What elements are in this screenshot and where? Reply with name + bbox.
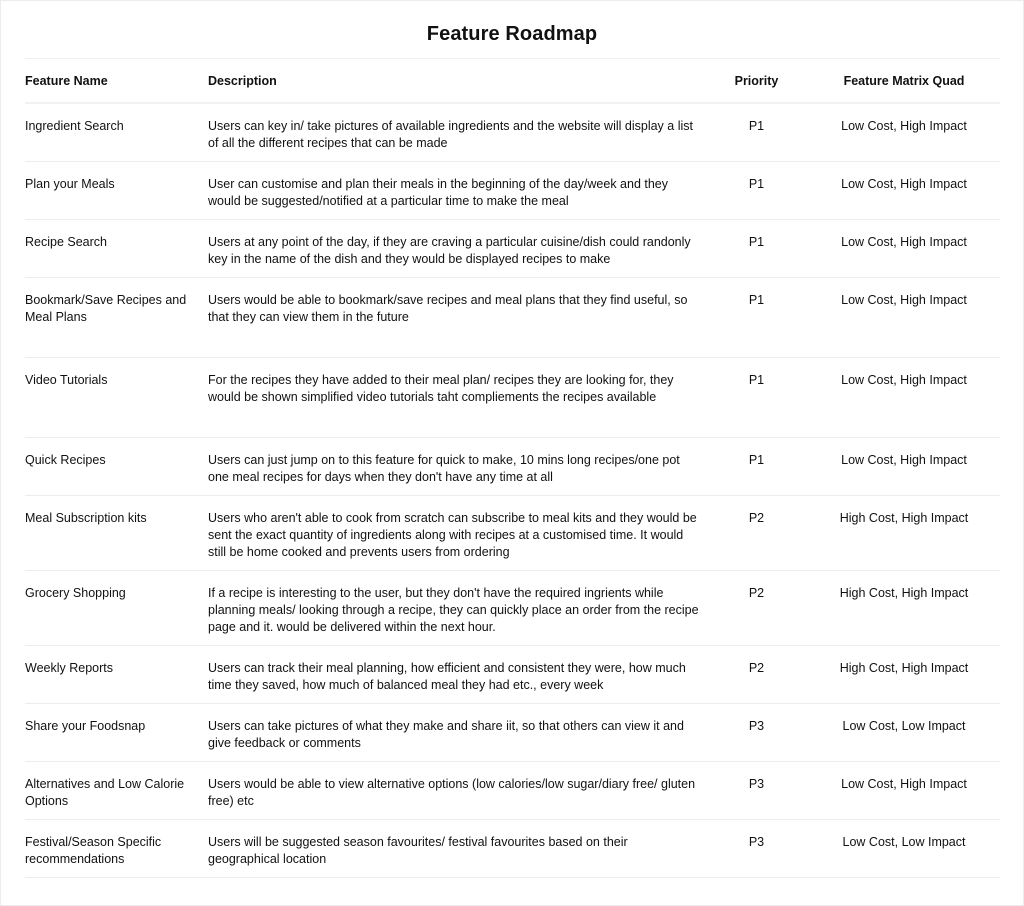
priority-cell: P1 — [705, 103, 808, 162]
description-cell: User can customise and plan their meals … — [208, 161, 705, 220]
description-cell: Users can key in/ take pictures of avail… — [208, 103, 705, 162]
quad-cell: Low Cost, High Impact — [808, 277, 1000, 358]
table-row: Grocery Shopping If a recipe is interest… — [25, 570, 1000, 646]
description-cell: Users can take pictures of what they mak… — [208, 703, 705, 762]
table-row: Bookmark/Save Recipes and Meal Plans Use… — [25, 277, 1000, 358]
feature-name-cell: Meal Subscription kits — [25, 495, 208, 571]
quad-cell: Low Cost, High Impact — [808, 219, 1000, 278]
table-row: Quick Recipes Users can just jump on to … — [25, 437, 1000, 496]
quad-cell: Low Cost, Low Impact — [808, 703, 1000, 762]
feature-name-cell: Weekly Reports — [25, 645, 208, 704]
table-row: Ingredient Search Users can key in/ take… — [25, 103, 1000, 162]
table-row: Recipe Search Users at any point of the … — [25, 219, 1000, 278]
priority-cell: P1 — [705, 161, 808, 220]
table-row: Video Tutorials For the recipes they hav… — [25, 357, 1000, 438]
description-cell: Users can just jump on to this feature f… — [208, 437, 705, 496]
header-feature-name: Feature Name — [25, 59, 208, 104]
roadmap-page: Feature Roadmap Feature Name Description… — [0, 0, 1024, 906]
header-description: Description — [208, 59, 705, 104]
priority-cell: P2 — [705, 645, 808, 704]
description-cell: Users can track their meal planning, how… — [208, 645, 705, 704]
description-cell: Users would be able to bookmark/save rec… — [208, 277, 705, 358]
description-cell: Users would be able to view alternative … — [208, 761, 705, 820]
description-cell: Users who aren't able to cook from scrat… — [208, 495, 705, 571]
description-cell: Users at any point of the day, if they a… — [208, 219, 705, 278]
quad-cell: High Cost, High Impact — [808, 645, 1000, 704]
quad-cell: Low Cost, Low Impact — [808, 819, 1000, 878]
priority-cell: P1 — [705, 357, 808, 438]
feature-name-cell: Plan your Meals — [25, 161, 208, 220]
header-priority: Priority — [705, 59, 808, 104]
page-title: Feature Roadmap — [426, 23, 598, 45]
priority-cell: P3 — [705, 703, 808, 762]
description-cell: If a recipe is interesting to the user, … — [208, 570, 705, 646]
feature-name-cell: Ingredient Search — [25, 103, 208, 162]
quad-cell: Low Cost, High Impact — [808, 161, 1000, 220]
feature-name-cell: Share your Foodsnap — [25, 703, 208, 762]
table-row: Plan your Meals User can customise and p… — [25, 161, 1000, 220]
table-row: Weekly Reports Users can track their mea… — [25, 645, 1000, 704]
quad-cell: High Cost, High Impact — [808, 495, 1000, 571]
quad-cell: Low Cost, High Impact — [808, 357, 1000, 438]
priority-cell: P1 — [705, 219, 808, 278]
quad-cell: Low Cost, High Impact — [808, 437, 1000, 496]
feature-name-cell: Grocery Shopping — [25, 570, 208, 646]
feature-name-cell: Recipe Search — [25, 219, 208, 278]
table-row: Meal Subscription kits Users who aren't … — [25, 495, 1000, 571]
quad-cell: High Cost, High Impact — [808, 570, 1000, 646]
roadmap-table: Feature Name Description Priority Featur… — [25, 59, 1000, 878]
feature-name-cell: Bookmark/Save Recipes and Meal Plans — [25, 277, 208, 358]
priority-cell: P3 — [705, 819, 808, 878]
table-row: Share your Foodsnap Users can take pictu… — [25, 703, 1000, 762]
priority-cell: P1 — [705, 437, 808, 496]
priority-cell: P3 — [705, 761, 808, 820]
quad-cell: Low Cost, High Impact — [808, 103, 1000, 162]
description-cell: Users will be suggested season favourite… — [208, 819, 705, 878]
feature-name-cell: Alternatives and Low Calorie Options — [25, 761, 208, 820]
description-cell: For the recipes they have added to their… — [208, 357, 705, 438]
feature-name-cell: Video Tutorials — [25, 357, 208, 438]
priority-cell: P1 — [705, 277, 808, 358]
priority-cell: P2 — [705, 570, 808, 646]
feature-name-cell: Quick Recipes — [25, 437, 208, 496]
feature-name-cell: Festival/Season Specific recommendations — [25, 819, 208, 878]
table-row: Alternatives and Low Calorie Options Use… — [25, 761, 1000, 820]
priority-cell: P2 — [705, 495, 808, 571]
header-feature-matrix-quad: Feature Matrix Quad — [808, 59, 1000, 104]
table-row: Festival/Season Specific recommendations… — [25, 819, 1000, 878]
quad-cell: Low Cost, High Impact — [808, 761, 1000, 820]
table-header-row: Feature Name Description Priority Featur… — [25, 59, 1000, 104]
